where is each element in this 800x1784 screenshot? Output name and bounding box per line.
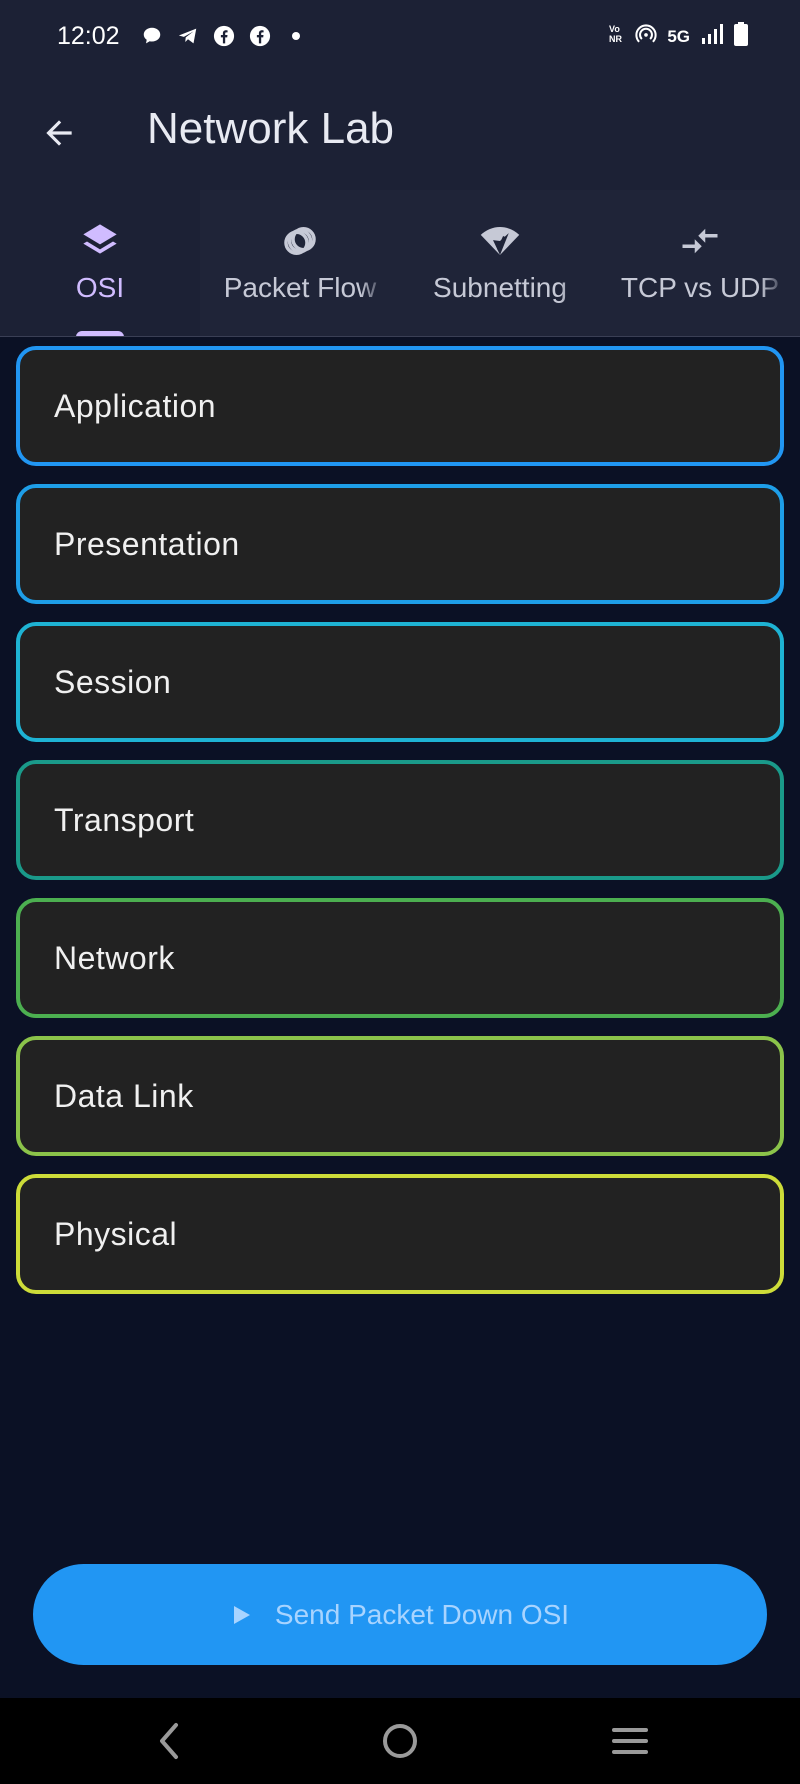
rings-icon: [277, 218, 323, 264]
system-status-icons: Vo NR 5G: [607, 22, 748, 51]
tab-tcp-vs-udp-label: TCP vs UDP: [620, 272, 780, 303]
layer-label: Presentation: [54, 525, 240, 562]
nav-home-icon: [383, 1724, 417, 1758]
back-button[interactable]: [36, 110, 82, 156]
layer-label: Physical: [54, 1215, 178, 1252]
arrow-back-icon: [46, 120, 72, 146]
tab-active-indicator: [76, 331, 124, 336]
facebook-icon: [212, 24, 236, 48]
tab-packet-flow-label: Packet Flow: [223, 272, 377, 303]
facebook-icon: [248, 24, 272, 48]
nav-back-button[interactable]: [144, 1718, 194, 1764]
osi-layer-physical[interactable]: Physical: [16, 1174, 784, 1294]
osi-layer-data-link[interactable]: Data Link: [16, 1036, 784, 1156]
osi-layer-transport[interactable]: Transport: [16, 760, 784, 880]
system-nav-bar: [0, 1698, 800, 1784]
nav-home-button[interactable]: [375, 1718, 425, 1764]
osi-layer-network[interactable]: Network: [16, 898, 784, 1018]
tab-osi-label: OSI: [75, 272, 125, 303]
send-packet-label: Send Packet Down OSI: [274, 1598, 570, 1630]
tab-tcp-vs-udp[interactable]: TCP vs UDP: [600, 190, 800, 336]
tab-osi[interactable]: OSI: [0, 190, 200, 336]
tab-subnetting[interactable]: Subnetting: [400, 190, 600, 336]
layers-icon: [77, 218, 123, 264]
dot-icon: [284, 24, 308, 48]
hotspot-icon: [635, 23, 657, 50]
notification-icons: [140, 24, 308, 48]
status-time: 12:02: [57, 22, 120, 50]
osi-layer-list: Application Presentation Session Transpo…: [16, 346, 784, 1312]
layer-label: Transport: [54, 801, 195, 838]
layer-label: Application: [54, 387, 217, 424]
signal-icon: [700, 23, 724, 50]
compare-arrows-icon: [677, 218, 723, 264]
nav-back-icon: [160, 1723, 178, 1759]
telegram-icon: [176, 24, 200, 48]
app-bar: Network Lab: [0, 74, 800, 190]
chat-bubble-icon: [140, 24, 164, 48]
network-type-label: 5G: [667, 26, 690, 46]
layer-label: Session: [54, 663, 172, 700]
osi-layer-presentation[interactable]: Presentation: [16, 484, 784, 604]
tab-bar: OSI Packet Flow Subnetting TCP vs UDP: [0, 190, 800, 337]
play-icon: [233, 1605, 250, 1624]
status-bar: 12:02 Vo NR 5G: [0, 0, 800, 74]
svg-text:NR: NR: [609, 34, 622, 44]
svg-text:Vo: Vo: [609, 24, 620, 34]
battery-icon: [734, 22, 748, 51]
send-packet-button[interactable]: Send Packet Down OSI: [33, 1564, 767, 1665]
osi-layer-application[interactable]: Application: [16, 346, 784, 466]
tab-packet-flow[interactable]: Packet Flow: [200, 190, 400, 336]
layer-label: Network: [54, 939, 175, 976]
nav-recents-button[interactable]: [605, 1718, 655, 1764]
tab-subnetting-label: Subnetting: [433, 272, 567, 303]
volte-icon: Vo NR: [607, 23, 625, 50]
layer-label: Data Link: [54, 1077, 194, 1114]
page-title: Network Lab: [147, 104, 395, 153]
wifi-icon: [477, 218, 523, 264]
nav-recents-icon: [612, 1728, 648, 1754]
osi-layer-session[interactable]: Session: [16, 622, 784, 742]
